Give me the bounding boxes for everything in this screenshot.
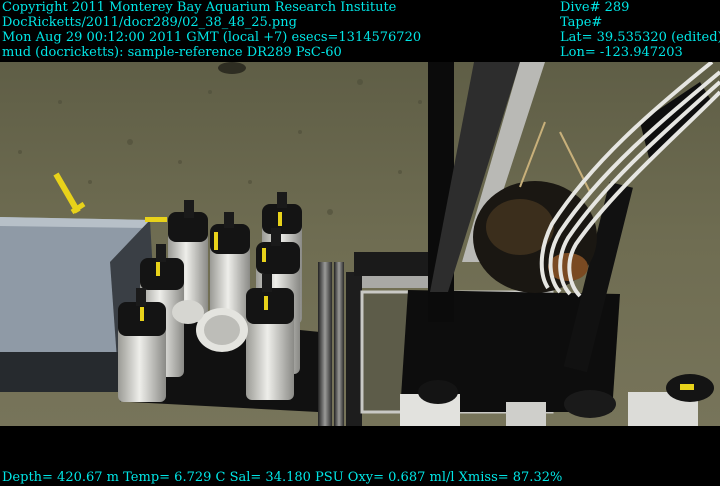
push-core-tube [246, 274, 294, 400]
tape-number: Tape# [560, 15, 603, 30]
timestamp-line: Mon Aug 29 00:12:00 2011 GMT (local +7) … [2, 30, 422, 45]
overlay-top-left: Copyright 2011 Monterey Bay Aquarium Res… [2, 0, 421, 60]
empty-tube-opening [172, 300, 204, 324]
push-core-tube [118, 288, 166, 402]
dive-number: Dive# 289 [560, 0, 630, 15]
overlay-top-right: Dive# 289 Tape# Lat= 39.535320 (edited) … [560, 0, 720, 60]
sample-reference-line: mud (docricketts): sample-reference DR28… [2, 45, 342, 60]
longitude: Lon= -123.947203 [560, 45, 683, 60]
seafloor-image [0, 62, 720, 426]
file-path-line: DocRicketts/2011/docr289/02_38_48_25.png [2, 15, 297, 30]
copyright-line: Copyright 2011 Monterey Bay Aquarium Res… [2, 0, 397, 15]
shadow-blob [218, 62, 246, 74]
sensor-readout: Depth= 420.67 m Temp= 6.729 C Sal= 34.18… [2, 470, 563, 485]
empty-tube-opening [204, 315, 240, 345]
latitude: Lat= 39.535320 (edited) [560, 30, 720, 45]
